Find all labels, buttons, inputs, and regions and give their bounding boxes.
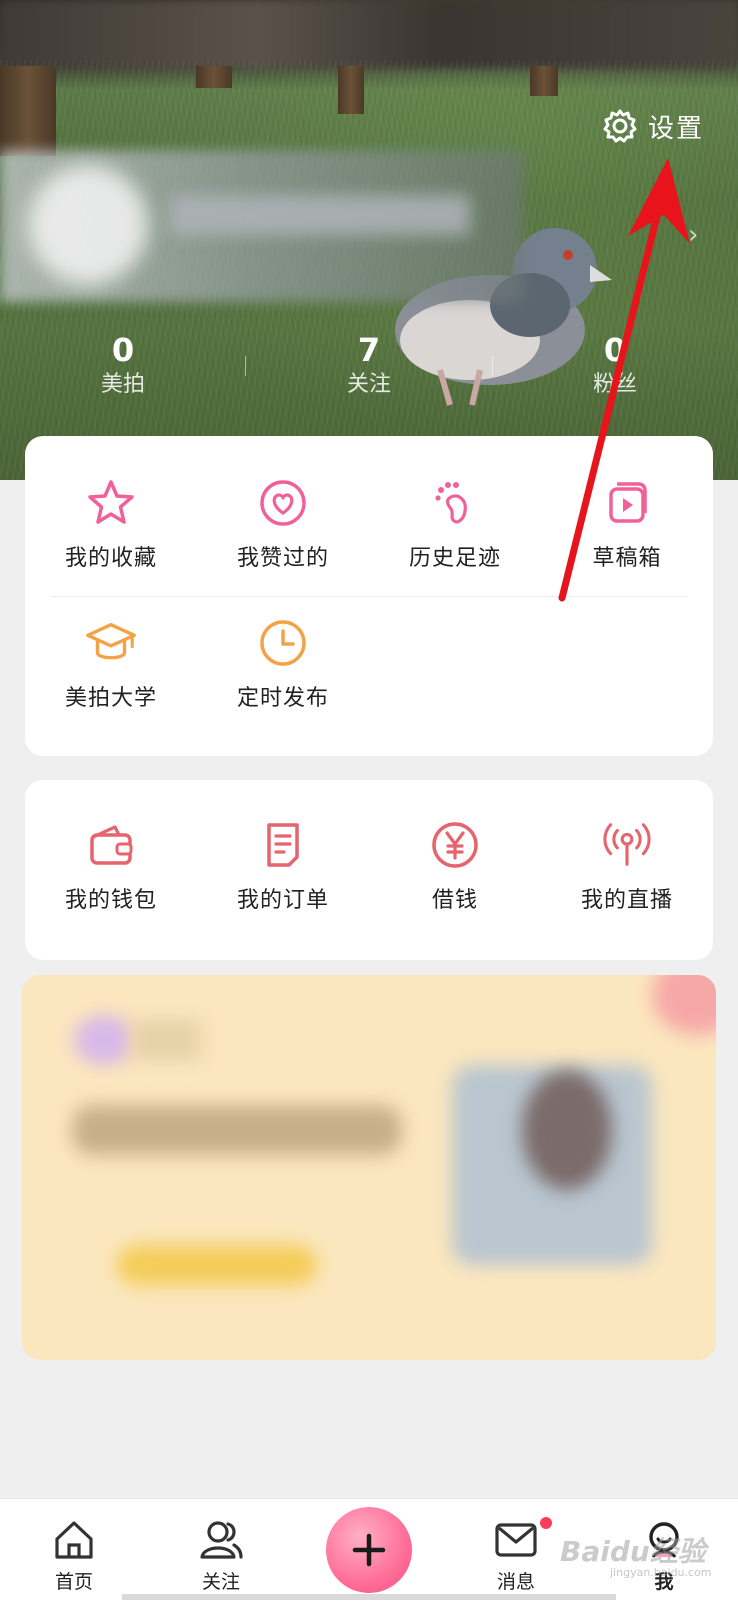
message-icon [495, 1523, 537, 1557]
username-blurred [170, 195, 470, 235]
liked-button[interactable]: 我赞过的 [197, 476, 369, 572]
settings-button[interactable]: 设置 [602, 106, 704, 146]
meipai-university-label: 美拍大学 [64, 686, 157, 711]
gear-icon [603, 109, 637, 143]
live-broadcast-icon [603, 823, 651, 866]
orders-label: 我的订单 [236, 888, 329, 913]
wallet-icon [90, 825, 133, 865]
tree-trunk [338, 66, 364, 114]
stat-label: 美拍 [100, 372, 145, 397]
favorites-label: 我的收藏 [64, 546, 157, 571]
my-live-label: 我的直播 [580, 888, 673, 913]
follow-icon [200, 1521, 243, 1559]
tree-trunk [196, 66, 232, 88]
drafts-button[interactable]: 草稿箱 [541, 476, 713, 572]
banner-button-blur [117, 1245, 317, 1285]
home-icon [55, 1521, 93, 1559]
features-row-1: 我的收藏 我赞过的 历史足迹 草稿箱 [25, 476, 713, 572]
services-card: 我的钱包 我的订单 借钱 我的直播 [25, 780, 713, 960]
stat-value: 7 [357, 331, 381, 369]
draft-box-icon [609, 482, 647, 523]
star-icon [88, 480, 134, 524]
stat-meipai[interactable]: 0 美拍 [0, 330, 246, 410]
features-row-2: 美拍大学 定时发布 [25, 616, 713, 712]
plus-icon [352, 1533, 386, 1567]
borrow-money-button[interactable]: 借钱 [369, 818, 541, 914]
tab-home[interactable]: 首页 [24, 1517, 124, 1594]
tab-follow[interactable]: 关注 [171, 1517, 271, 1594]
yen-icon [432, 822, 478, 868]
profile-header: › 设置 0 美拍 7 关注 0 粉丝 [0, 0, 738, 480]
card-divider [50, 596, 688, 597]
settings-label: 设置 [648, 113, 705, 144]
stat-fans[interactable]: 0 粉丝 [492, 330, 738, 410]
footprint-icon [435, 482, 467, 524]
wallet-button[interactable]: 我的钱包 [25, 818, 197, 914]
services-row: 我的钱包 我的订单 借钱 我的直播 [25, 818, 713, 914]
clock-icon [260, 620, 306, 666]
chevron-right-icon[interactable]: › [688, 222, 698, 248]
stat-value: 0 [111, 331, 135, 369]
scheduled-post-label: 定时发布 [236, 686, 329, 711]
banner-logo-blur [74, 1015, 134, 1065]
drafts-label: 草稿箱 [592, 546, 662, 571]
message-badge-dot [540, 1517, 552, 1529]
tree-trunk [530, 66, 558, 96]
heart-icon [260, 480, 306, 526]
header-blurred-top [0, 0, 738, 68]
tab-messages[interactable]: 消息 [466, 1517, 566, 1594]
home-indicator [122, 1594, 616, 1600]
promo-banner[interactable] [22, 975, 716, 1360]
history-label: 历史足迹 [408, 546, 501, 571]
meipai-university-button[interactable]: 美拍大学 [25, 616, 197, 712]
liked-label: 我赞过的 [236, 546, 329, 571]
borrow-money-label: 借钱 [431, 888, 478, 913]
history-button[interactable]: 历史足迹 [369, 476, 541, 572]
favorites-button[interactable]: 我的收藏 [25, 476, 197, 572]
tab-messages-label: 消息 [496, 1571, 535, 1593]
order-icon [267, 823, 299, 867]
stats-row: 0 美拍 7 关注 0 粉丝 [0, 330, 738, 410]
stat-following[interactable]: 7 关注 [246, 330, 492, 410]
tab-home-label: 首页 [54, 1571, 93, 1593]
wallet-label: 我的钱包 [64, 888, 157, 913]
create-post-button[interactable] [326, 1507, 412, 1593]
my-live-button[interactable]: 我的直播 [541, 818, 713, 914]
banner-corner-blur [652, 975, 716, 1035]
watermark-url: jingyan.baidu.com [610, 1566, 712, 1579]
banner-headline-blur [72, 1105, 402, 1155]
avatar[interactable] [28, 165, 148, 285]
watermark: Baidu经验 [560, 1535, 706, 1568]
stat-divider [245, 356, 246, 376]
features-card: 我的收藏 我赞过的 历史足迹 草稿箱 美拍大学 定时发布 [25, 436, 713, 756]
tab-follow-label: 关注 [201, 1571, 240, 1593]
stat-label: 粉丝 [592, 372, 637, 397]
graduation-cap-icon [86, 622, 136, 660]
tree-trunk [0, 66, 56, 156]
stat-label: 关注 [346, 372, 391, 397]
stat-value: 0 [603, 331, 627, 369]
banner-brand-blur [132, 1020, 202, 1060]
scheduled-post-button[interactable]: 定时发布 [197, 616, 369, 712]
banner-person-blur [522, 1070, 612, 1190]
orders-button[interactable]: 我的订单 [197, 818, 369, 914]
stat-divider [492, 356, 493, 376]
